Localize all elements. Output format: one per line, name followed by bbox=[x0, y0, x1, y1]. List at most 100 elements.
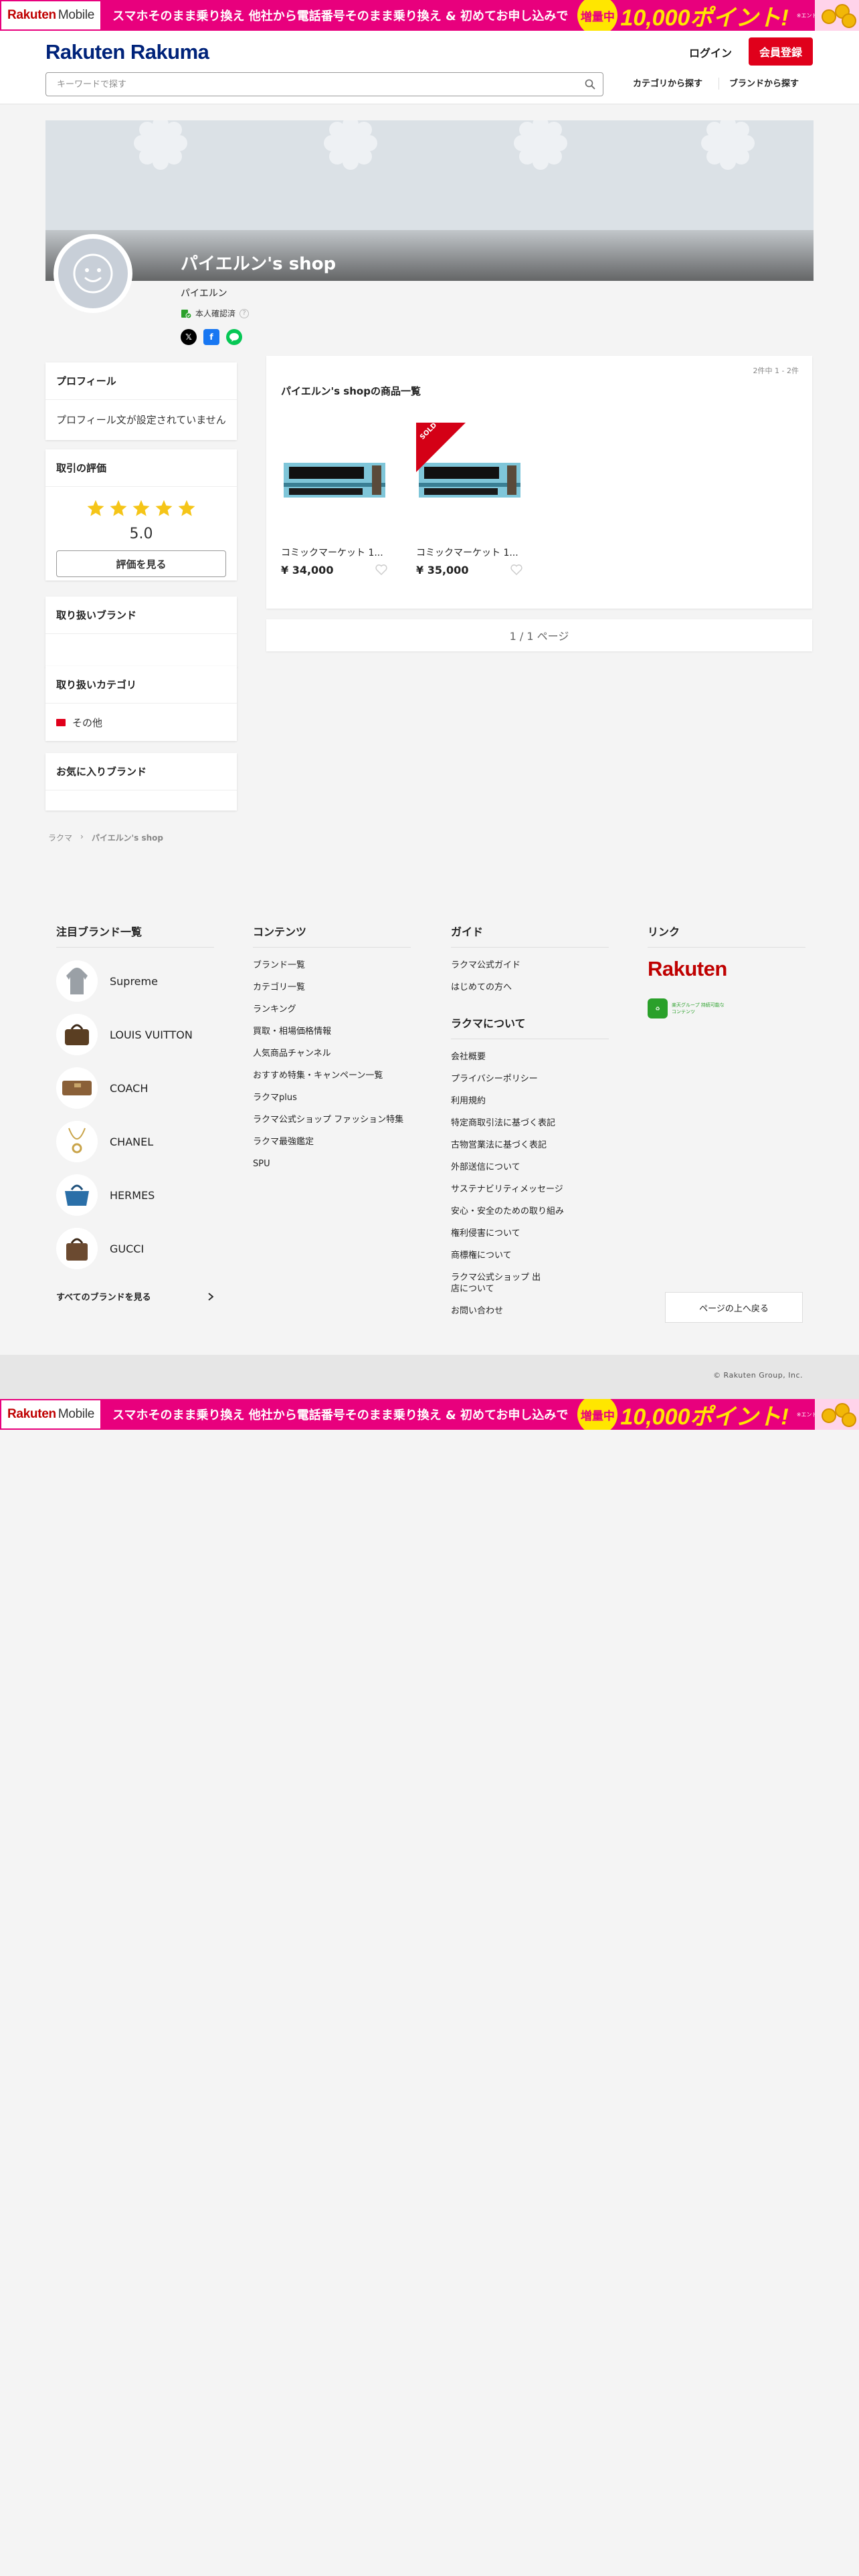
footer-link[interactable]: ラクマ公式ガイド bbox=[451, 954, 609, 976]
footer-link[interactable]: はじめての方へ bbox=[451, 976, 609, 998]
brand-item-supreme[interactable]: Supreme bbox=[56, 954, 214, 1008]
footer-link[interactable]: 外部送信について bbox=[451, 1156, 609, 1178]
brand-item-chanel[interactable]: CHANEL bbox=[56, 1115, 214, 1168]
copyright-bar: © Rakuten Group, Inc. bbox=[0, 1355, 859, 1399]
footer-link[interactable]: 権利侵害について bbox=[451, 1222, 609, 1245]
verified-icon bbox=[181, 309, 191, 318]
footer-link[interactable]: ブランド一覧 bbox=[253, 954, 411, 976]
footer-brands: 注目ブランド一覧 Supreme LOUIS VUITTON COACH CHA… bbox=[56, 923, 214, 1303]
shop-cover bbox=[45, 120, 814, 281]
footer-link[interactable]: ランキング bbox=[253, 998, 411, 1021]
all-brands-link[interactable]: すべてのブランドを見る bbox=[56, 1290, 214, 1303]
view-ratings-button[interactable]: 評価を見る bbox=[56, 550, 226, 577]
promo-banner-top[interactable]: Rakuten Mobile スマホそのまま乗り換え 他社から電話番号そのまま乗り… bbox=[0, 0, 859, 31]
brand-item-louis-vuitton[interactable]: LOUIS VUITTON bbox=[56, 1008, 214, 1061]
flower-pattern-icon bbox=[701, 120, 755, 170]
product-name[interactable]: コミックマーケット 1... bbox=[416, 546, 523, 559]
product-name[interactable]: コミックマーケット 1... bbox=[281, 546, 388, 559]
promo-points: 10,000ポイント! bbox=[620, 1404, 789, 1430]
footer-link[interactable]: 利用規約 bbox=[451, 1090, 609, 1112]
leaf-icon: ♻ bbox=[648, 998, 668, 1018]
star-icon bbox=[178, 500, 195, 516]
footer-link[interactable]: ラクマ公式ショップ ファッション特集 bbox=[253, 1109, 411, 1131]
sustainability-logo[interactable]: ♻ 楽天グループ 持続可能なコンテンツ bbox=[648, 998, 805, 1018]
rating-title: 取引の評価 bbox=[45, 449, 237, 487]
footer-link[interactable]: 人気商品チャンネル bbox=[253, 1043, 411, 1065]
rating-score: 5.0 bbox=[129, 526, 153, 542]
profile-card: プロフィール プロフィール文が設定されていません bbox=[45, 362, 237, 440]
favorites-title: お気に入りブランド bbox=[45, 753, 237, 790]
nav-category[interactable]: カテゴリから探す bbox=[633, 76, 702, 89]
footer-link[interactable]: サステナビリティメッセージ bbox=[451, 1178, 609, 1200]
breadcrumb-home[interactable]: ラクマ bbox=[48, 832, 72, 843]
footer-link[interactable]: 商標権について bbox=[451, 1245, 609, 1267]
profile-title: プロフィール bbox=[45, 362, 237, 400]
categories-card: 取り扱いカテゴリ その他 bbox=[45, 666, 237, 741]
category-label: その他 bbox=[72, 716, 103, 729]
back-to-top-button[interactable]: ページの上へ戻る bbox=[665, 1292, 803, 1323]
x-share-icon[interactable]: 𝕏 bbox=[181, 329, 197, 345]
footer-link[interactable]: ラクマ公式ショップ 出店について bbox=[451, 1267, 545, 1300]
footer-link[interactable]: 安心・安全のための取り組み bbox=[451, 1200, 609, 1222]
signup-button[interactable]: 会員登録 bbox=[749, 37, 813, 66]
breadcrumb-separator: › bbox=[80, 832, 84, 841]
star-icon bbox=[110, 500, 127, 516]
product-thumbnail[interactable] bbox=[281, 423, 388, 530]
footer-link[interactable]: お問い合わせ bbox=[451, 1300, 609, 1322]
footer-link[interactable]: 会社概要 bbox=[451, 1046, 609, 1068]
line-share-icon[interactable] bbox=[226, 329, 242, 345]
rakuten-logo[interactable]: Rakuten bbox=[648, 957, 805, 981]
heart-icon[interactable] bbox=[510, 563, 523, 576]
flower-pattern-icon bbox=[324, 120, 377, 170]
footer-links-title: リンク bbox=[648, 923, 805, 948]
product-panel: 2件中 1 - 2件 パイエルン's shopの商品一覧 コミックマーケット 1… bbox=[266, 356, 812, 609]
pagination[interactable]: 1 / 1 ページ bbox=[266, 619, 812, 651]
promo-text: スマホそのまま乗り換え 他社から電話番号そのまま乗り換え & 初めてお申し込みで bbox=[112, 9, 569, 23]
help-icon[interactable]: ? bbox=[240, 308, 250, 318]
heart-icon[interactable] bbox=[375, 563, 388, 576]
brand-item-gucci[interactable]: GUCCI bbox=[56, 1222, 214, 1275]
shop-title: パイエルン's shop bbox=[181, 254, 337, 274]
verified-badge: 本人確認済 ? bbox=[181, 308, 250, 319]
result-count: 2件中 1 - 2件 bbox=[753, 366, 799, 375]
profile-text: プロフィール文が設定されていません bbox=[56, 414, 226, 426]
footer-link[interactable]: ラクマ最強鑑定 bbox=[253, 1131, 411, 1153]
footer-link[interactable]: 特定商取引法に基づく表記 bbox=[451, 1112, 609, 1134]
coins-icon bbox=[815, 0, 859, 31]
facebook-share-icon[interactable]: f bbox=[203, 329, 219, 345]
footer-link[interactable]: 買取・相場価格情報 bbox=[253, 1021, 411, 1043]
product-thumbnail[interactable]: SOLD OUT bbox=[416, 423, 523, 530]
footer-link[interactable]: SPU bbox=[253, 1153, 411, 1175]
verified-label: 本人確認済 bbox=[195, 309, 236, 318]
category-item-other[interactable]: その他 bbox=[56, 704, 226, 741]
promo-banner-bottom[interactable]: Rakuten Mobile スマホそのまま乗り換え 他社から電話番号そのまま乗り… bbox=[0, 1399, 859, 1430]
product-card[interactable]: コミックマーケット 1... ¥ 34,000 bbox=[281, 423, 388, 576]
brand-item-coach[interactable]: COACH bbox=[56, 1061, 214, 1115]
product-card[interactable]: SOLD OUT コミックマーケット 1... ¥ 35,000 bbox=[416, 423, 523, 576]
footer-link[interactable]: おすすめ特集・キャンペーン一覧 bbox=[253, 1065, 411, 1087]
breadcrumb-current: パイエルン's shop bbox=[91, 833, 163, 843]
handbag-icon bbox=[56, 1174, 98, 1216]
footer-contents-title: コンテンツ bbox=[253, 923, 411, 948]
wallet-icon bbox=[56, 1067, 98, 1109]
login-link[interactable]: ログイン bbox=[689, 44, 732, 60]
flower-pattern-icon bbox=[134, 120, 187, 170]
categories-title: 取り扱いカテゴリ bbox=[45, 666, 237, 704]
footer-guide: ガイド ラクマ公式ガイド はじめての方へ ラクマについて 会社概要 プライバシー… bbox=[451, 923, 609, 1322]
footer-link[interactable]: プライバシーポリシー bbox=[451, 1068, 609, 1090]
avatar bbox=[54, 234, 132, 313]
brand-item-hermes[interactable]: HERMES bbox=[56, 1168, 214, 1222]
owner-name: パイエルン bbox=[181, 288, 227, 299]
search-icon[interactable] bbox=[585, 79, 595, 90]
search-input[interactable] bbox=[46, 73, 568, 96]
cover-shade bbox=[45, 230, 814, 281]
footer-link[interactable]: ラクマplus bbox=[253, 1087, 411, 1109]
rakuma-logo[interactable]: Rakuten Rakuma bbox=[45, 40, 209, 64]
footer-link[interactable]: 古物営業法に基づく表記 bbox=[451, 1134, 609, 1156]
nav-brand[interactable]: ブランドから探す bbox=[729, 76, 799, 89]
star-icon bbox=[155, 500, 173, 516]
handbag-icon bbox=[56, 1228, 98, 1269]
footer-link[interactable]: カテゴリ一覧 bbox=[253, 976, 411, 998]
copyright: © Rakuten Group, Inc. bbox=[713, 1371, 803, 1380]
product-price: ¥ 34,000 bbox=[281, 563, 334, 576]
